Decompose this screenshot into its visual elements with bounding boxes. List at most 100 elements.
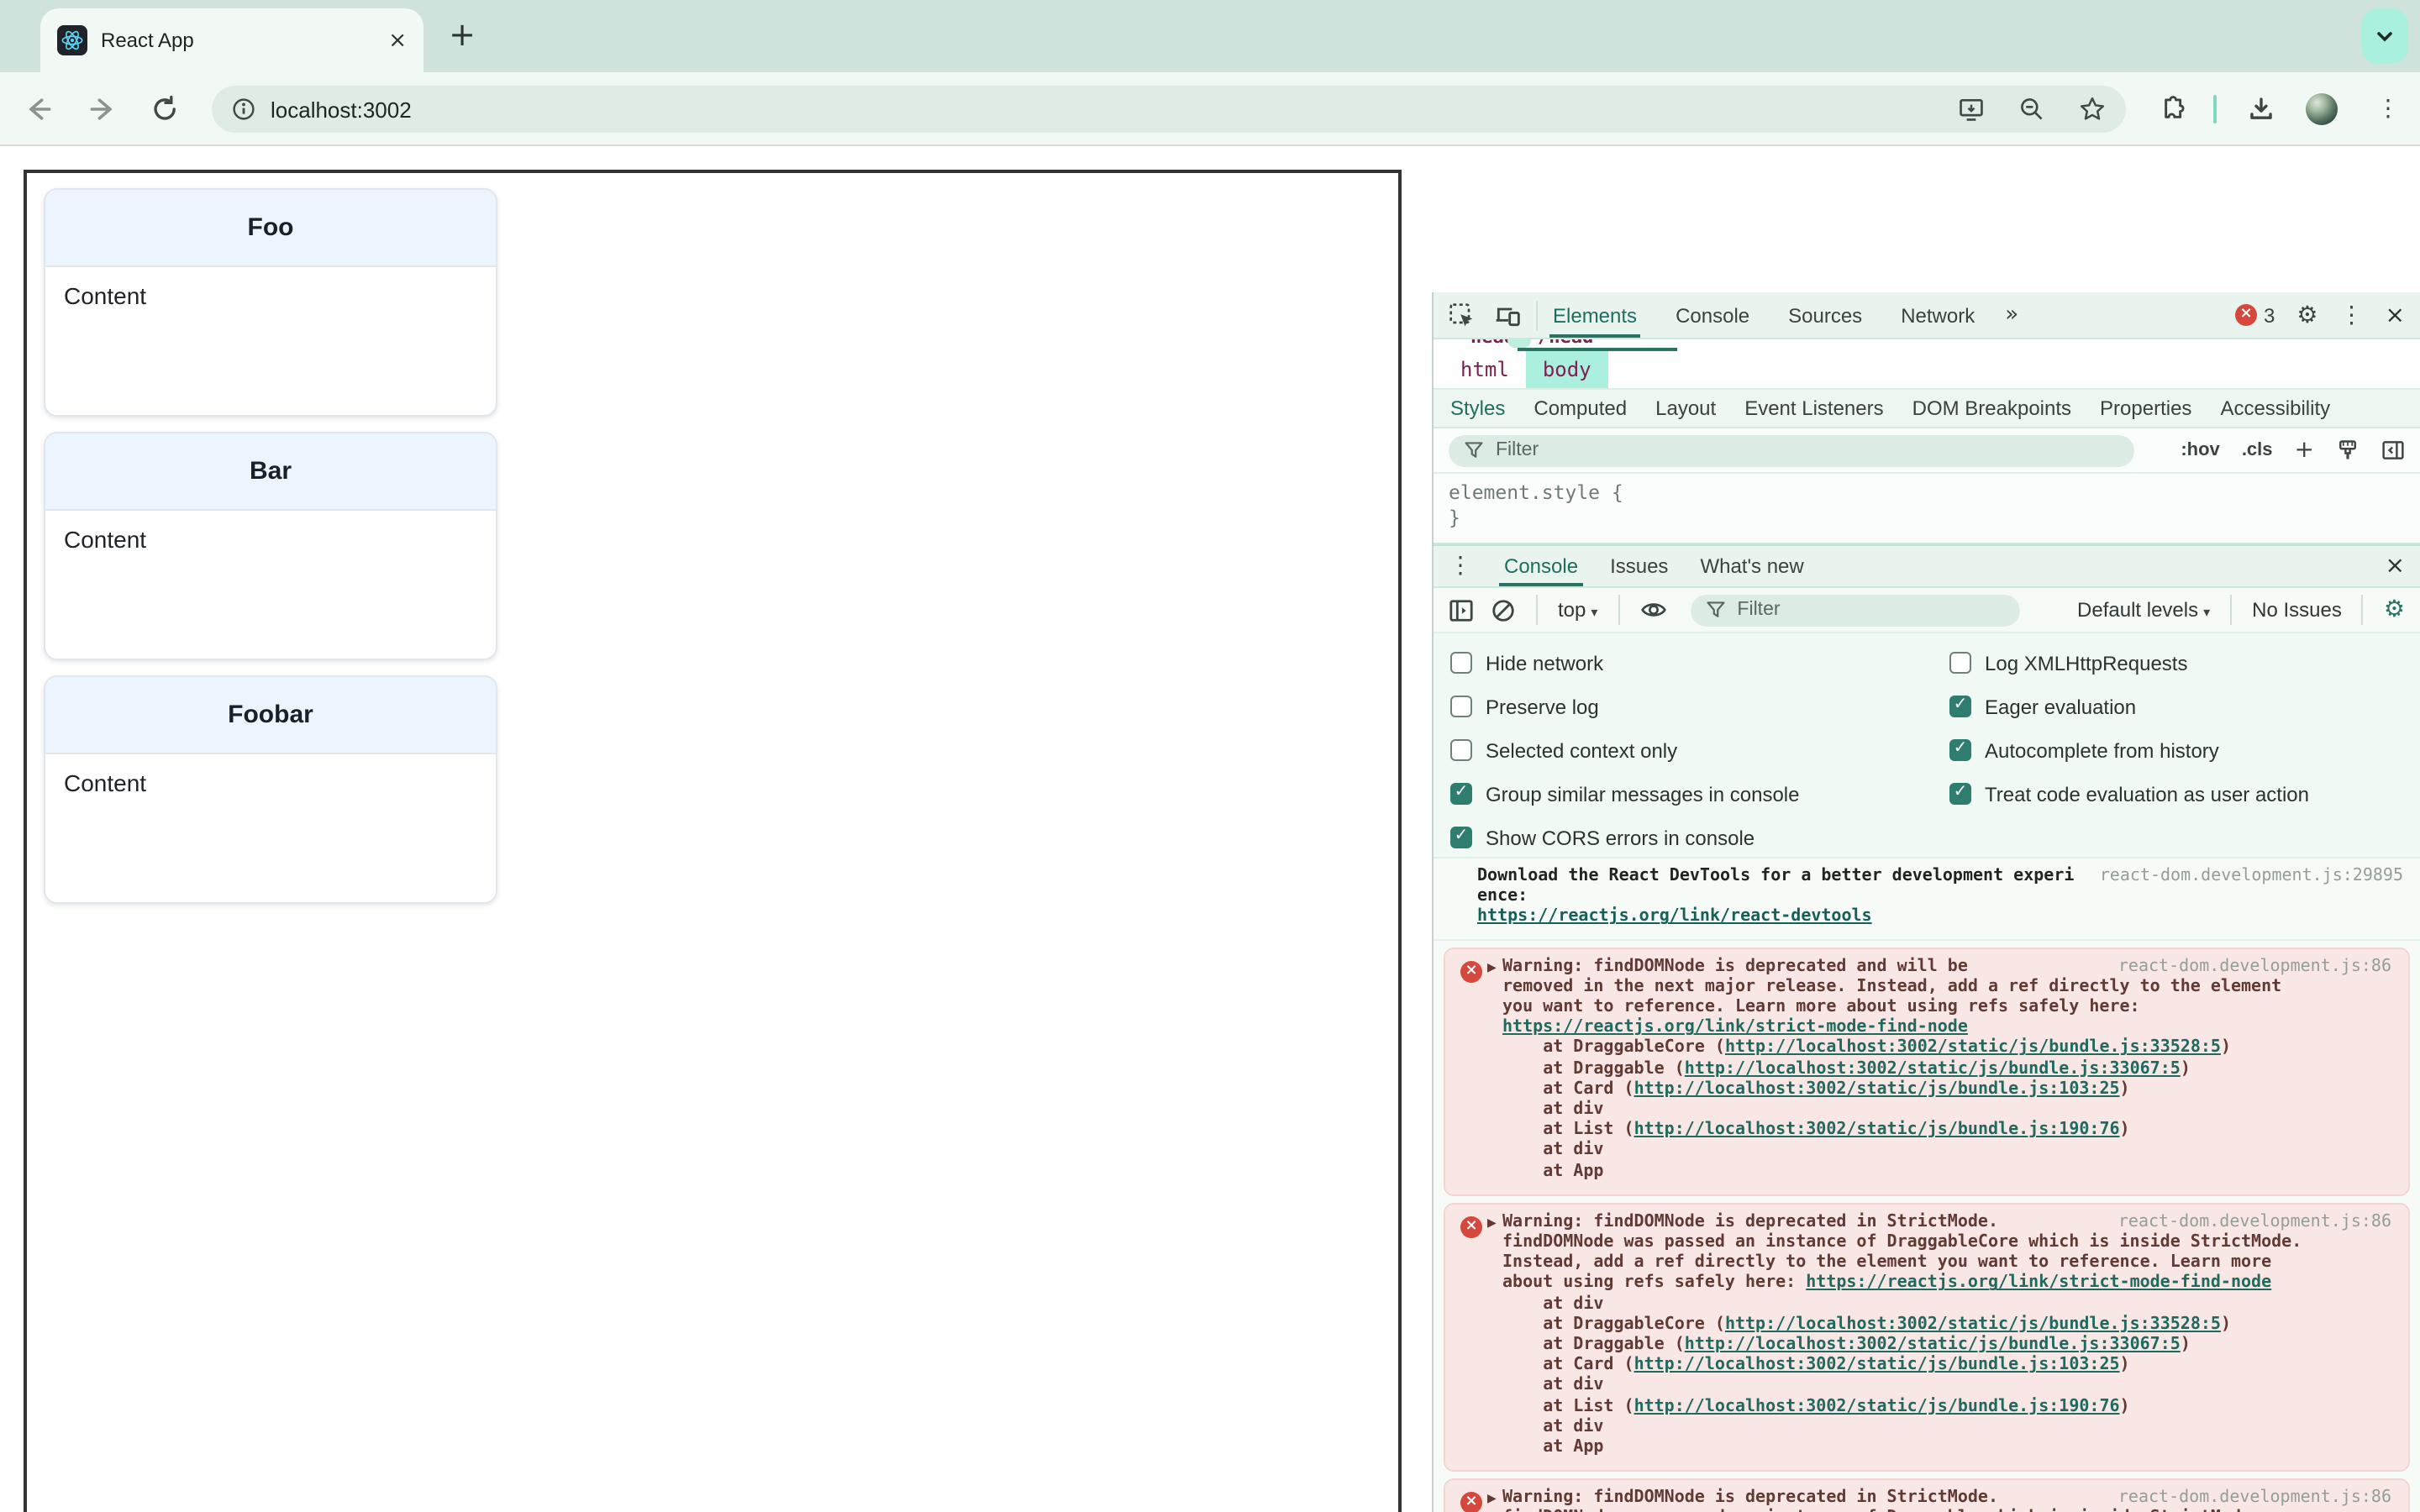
checkbox-selected-context-only[interactable]: Selected context only xyxy=(1450,736,1949,764)
checkbox-box[interactable] xyxy=(1949,652,1971,674)
checkbox-hide-network[interactable]: Hide network xyxy=(1450,648,1949,677)
checkbox-box[interactable]: ✓ xyxy=(1949,739,1971,761)
console-filter-input[interactable]: Filter xyxy=(1690,594,2020,626)
drawer-tab-what-s-new[interactable]: What's new xyxy=(1700,546,1803,586)
card-header[interactable]: Foobar xyxy=(45,677,496,754)
styles-filter-input[interactable]: Filter xyxy=(1449,434,2134,466)
checkbox-preserve-log[interactable]: Preserve log xyxy=(1450,692,1949,721)
site-info-icon[interactable] xyxy=(232,97,255,121)
breadcrumb-html[interactable]: html xyxy=(1444,351,1526,388)
sidebar-tab-computed[interactable]: Computed xyxy=(1534,396,1627,420)
new-tab-button[interactable]: + xyxy=(440,12,484,59)
message-source-link[interactable]: react-dom.development.js:86 xyxy=(2118,957,2391,977)
zoom-out-icon[interactable] xyxy=(2018,96,2045,123)
console-link[interactable]: http://localhost:3002/static/js/bundle.j… xyxy=(1634,1080,2120,1099)
console-link[interactable]: https://reactjs.org/link/react-devtools xyxy=(1477,908,1872,927)
panel-toggle-icon[interactable] xyxy=(2381,438,2405,462)
devtools-settings-gear-icon[interactable]: ⚙ xyxy=(2296,302,2317,328)
class-toggle[interactable]: .cls xyxy=(2242,440,2273,460)
console-link[interactable]: http://localhost:3002/static/js/bundle.j… xyxy=(1634,1357,2120,1375)
card-header[interactable]: Foo xyxy=(45,190,496,267)
checkbox-log-xmlhttprequests[interactable]: Log XMLHttpRequests xyxy=(1949,648,2309,677)
sidebar-tab-event-listeners[interactable]: Event Listeners xyxy=(1744,396,1883,420)
forward-button[interactable] xyxy=(87,93,118,123)
checkbox-box[interactable] xyxy=(1450,696,1472,717)
inspect-element-icon[interactable] xyxy=(1449,302,1476,328)
device-toolbar-icon[interactable] xyxy=(1494,302,1521,328)
sidebar-tab-dom-breakpoints[interactable]: DOM Breakpoints xyxy=(1912,396,2071,420)
message-source-link[interactable]: react-dom.development.js:86 xyxy=(2118,1213,2391,1233)
console-link[interactable]: http://localhost:3002/static/js/bundle.j… xyxy=(1685,1059,2181,1078)
checkbox-box[interactable]: ✓ xyxy=(1949,783,1971,805)
breadcrumb-body[interactable]: body xyxy=(1525,351,1608,388)
console-link[interactable]: http://localhost:3002/static/js/bundle.j… xyxy=(1634,1121,2120,1139)
extensions-puzzle-icon[interactable] xyxy=(2160,94,2188,123)
profile-avatar[interactable] xyxy=(2306,92,2338,124)
issues-counter[interactable]: No Issues xyxy=(2252,598,2342,622)
devtools-tab-console[interactable]: Console xyxy=(1676,292,1749,338)
drawer-tab-issues[interactable]: Issues xyxy=(1610,546,1668,586)
sidebar-tab-accessibility[interactable]: Accessibility xyxy=(2220,396,2330,420)
console-link[interactable]: http://localhost:3002/static/js/bundle.j… xyxy=(1634,1397,2120,1415)
checkbox-box[interactable] xyxy=(1450,739,1472,761)
expand-triangle-icon[interactable]: ▶ xyxy=(1487,960,1497,974)
card-foo[interactable]: Foo Content xyxy=(44,188,497,417)
console-settings-gear-icon[interactable]: ⚙ xyxy=(2384,596,2405,623)
drawer-menu-kebab-icon[interactable]: ⋮ xyxy=(1449,553,1472,580)
bookmark-star-icon[interactable] xyxy=(2079,96,2106,123)
sidebar-tab-layout[interactable]: Layout xyxy=(1655,396,1716,420)
error-count-badge[interactable]: × 3 xyxy=(2235,303,2275,327)
checkbox-treat-code-evaluation-as-user-action[interactable]: ✓ Treat code evaluation as user action xyxy=(1949,780,2309,808)
checkbox-show-cors-errors-in-console[interactable]: ✓ Show CORS errors in console xyxy=(1450,823,1949,852)
expand-triangle-icon[interactable]: ▶ xyxy=(1487,1493,1497,1506)
checkbox-box[interactable]: ✓ xyxy=(1949,696,1971,717)
log-levels-dropdown[interactable]: Default levels ▾ xyxy=(2077,598,2210,622)
console-link[interactable]: https://reactjs.org/link/strict-mode-fin… xyxy=(1806,1274,2271,1293)
back-button[interactable] xyxy=(24,93,54,123)
install-app-icon[interactable] xyxy=(1958,96,1985,123)
expand-triangle-icon[interactable]: ▶ xyxy=(1487,1216,1497,1230)
console-link[interactable]: http://localhost:3002/static/js/bundle.j… xyxy=(1725,1315,2221,1334)
downloads-icon[interactable] xyxy=(2247,94,2275,123)
tab-search-button[interactable] xyxy=(2361,8,2408,64)
rendering-brush-icon[interactable] xyxy=(2336,438,2360,462)
devtools-menu-kebab-icon[interactable]: ⋮ xyxy=(2340,302,2364,328)
url-text[interactable]: localhost:3002 xyxy=(271,97,412,122)
context-selector[interactable]: top ▾ xyxy=(1558,598,1597,622)
message-source-link[interactable]: react-dom.development.js:29895 xyxy=(2100,867,2403,887)
element-style-rule[interactable]: element.style { } xyxy=(1434,474,2420,544)
checkbox-autocomplete-from-history[interactable]: ✓ Autocomplete from history xyxy=(1949,736,2309,764)
devtools-tab-elements[interactable]: Elements xyxy=(1549,292,1641,338)
live-expression-eye-icon[interactable] xyxy=(1639,596,1666,623)
clear-console-icon[interactable] xyxy=(1491,597,1516,622)
devtools-close-icon[interactable]: × xyxy=(2386,302,2405,328)
address-bar[interactable]: localhost:3002 xyxy=(212,86,2126,133)
console-link[interactable]: http://localhost:3002/static/js/bundle.j… xyxy=(1725,1039,2221,1058)
elements-tree-clipped[interactable]: head /head xyxy=(1434,339,2420,351)
checkbox-group-similar-messages-in-console[interactable]: ✓ Group similar messages in console xyxy=(1450,780,1949,808)
checkbox-box[interactable] xyxy=(1450,652,1472,674)
checkbox-eager-evaluation[interactable]: ✓ Eager evaluation xyxy=(1949,692,2309,721)
sidebar-tab-styles[interactable]: Styles xyxy=(1450,396,1505,420)
browser-tab[interactable]: React App × xyxy=(40,8,424,72)
card-foobar[interactable]: Foobar Content xyxy=(44,675,497,904)
new-style-rule-button[interactable]: + xyxy=(2295,437,2314,464)
drawer-tab-console[interactable]: Console xyxy=(1498,546,1584,586)
console-link[interactable]: https://reactjs.org/link/strict-mode-fin… xyxy=(1502,1018,1968,1037)
devtools-tab-network[interactable]: Network xyxy=(1901,292,1975,338)
tab-close-icon[interactable]: × xyxy=(388,28,407,53)
console-sidebar-toggle-icon[interactable] xyxy=(1449,597,1474,622)
reload-button[interactable] xyxy=(151,94,180,123)
card-bar[interactable]: Bar Content xyxy=(44,432,497,660)
sidebar-tab-properties[interactable]: Properties xyxy=(2100,396,2191,420)
drawer-close-icon[interactable]: × xyxy=(2386,553,2405,580)
card-header[interactable]: Bar xyxy=(45,433,496,511)
checkbox-box[interactable]: ✓ xyxy=(1450,827,1472,848)
browser-menu-kebab-icon[interactable]: ⋮ xyxy=(2376,95,2400,122)
message-source-link[interactable]: react-dom.development.js:86 xyxy=(2118,1489,2391,1509)
pseudo-state-toggle[interactable]: :hov xyxy=(2181,440,2219,460)
devtools-tab-sources[interactable]: Sources xyxy=(1788,292,1862,338)
console-link[interactable]: http://localhost:3002/static/js/bundle.j… xyxy=(1685,1336,2181,1354)
checkbox-box[interactable]: ✓ xyxy=(1450,783,1472,805)
more-tabs-icon[interactable]: » xyxy=(2005,302,2018,328)
